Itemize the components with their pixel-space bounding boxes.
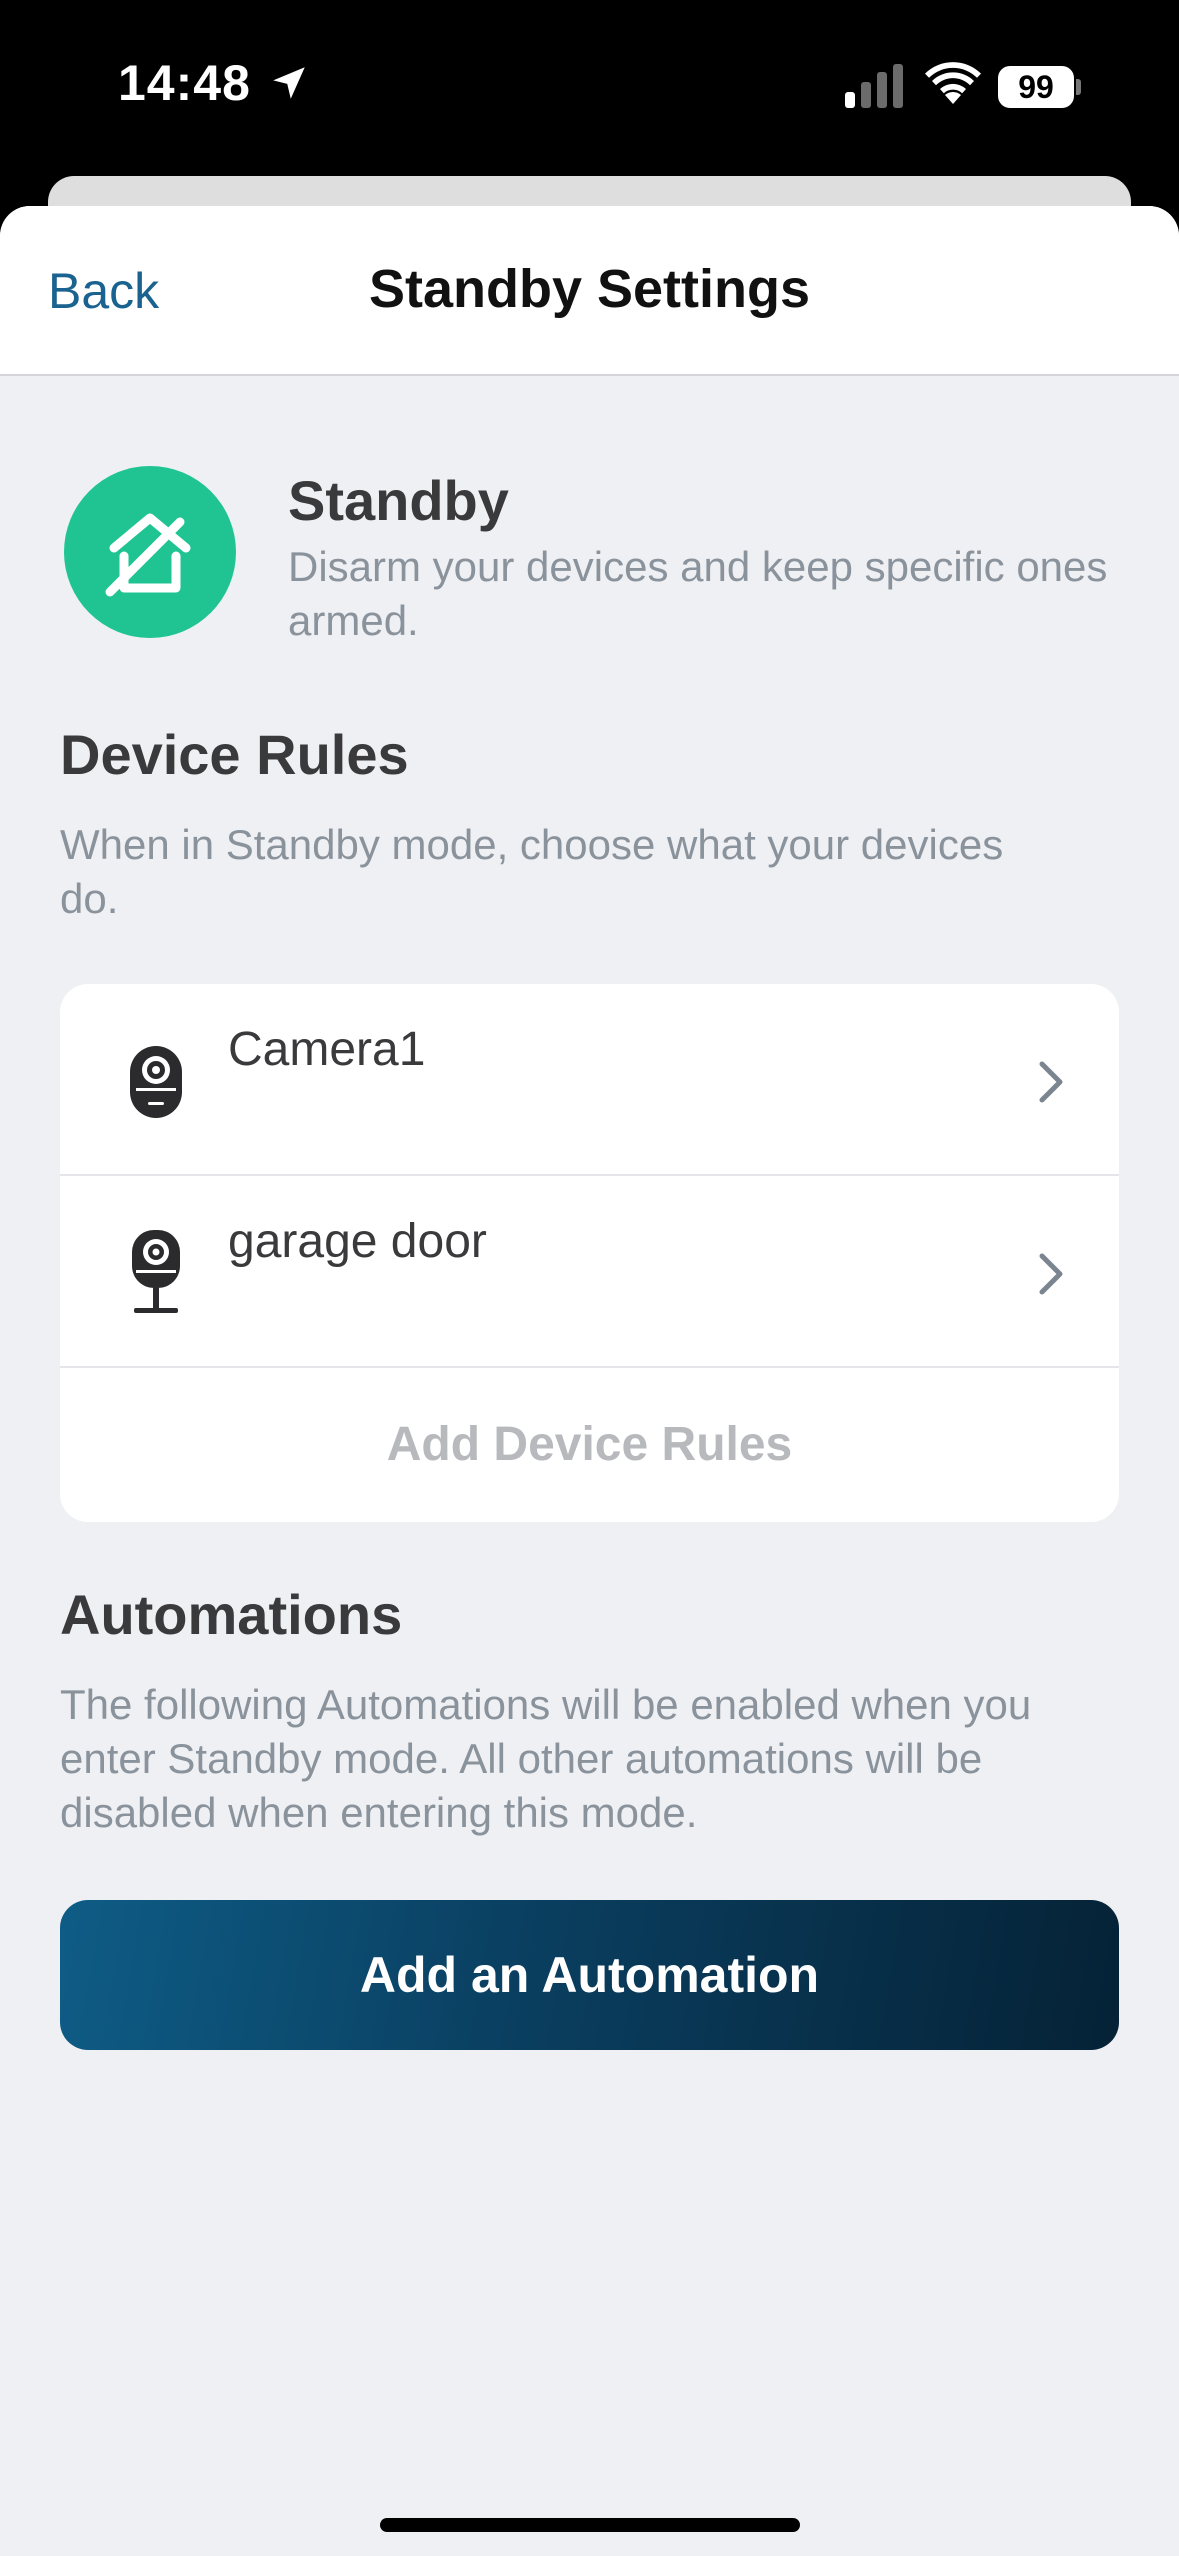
add-automation-button[interactable]: Add an Automation [60, 1900, 1119, 2050]
device-rules-description: When in Standby mode, choose what your d… [60, 821, 1004, 922]
camera-icon [130, 1046, 182, 1118]
automations-description: The following Automations will be enable… [60, 1681, 1032, 1836]
mode-description: Disarm your devices and keep specific on… [288, 543, 1108, 644]
camera-stand-icon [132, 1230, 180, 1313]
location-arrow-icon [273, 67, 305, 99]
device-rules-heading: Device Rules [60, 723, 409, 786]
wifi-icon [925, 62, 981, 104]
add-device-rules-button[interactable]: Add Device Rules [60, 1370, 1119, 1522]
status-time: 14:48 [118, 55, 251, 111]
device-name: Camera1 [228, 1023, 426, 1076]
status-bar: 14:48 99 [0, 0, 1179, 180]
chevron-right-icon [1039, 1061, 1063, 1103]
navigation-bar: Back Standby Settings [0, 206, 1179, 376]
chevron-right-icon [1039, 1253, 1063, 1295]
mode-title: Standby [288, 469, 509, 532]
page-title: Standby Settings [368, 259, 811, 319]
standby-settings-sheet: Back Standby Settings Standby Disarm you… [0, 206, 1179, 2556]
automations-heading: Automations [60, 1583, 403, 1646]
home-indicator[interactable] [380, 2518, 800, 2532]
device-rules-card: Camera1 garage door Add Device Rules [60, 984, 1119, 1522]
battery-cap [1076, 79, 1081, 95]
cellular-signal-icon [845, 64, 903, 108]
device-row-garage-door[interactable]: garage door [60, 1176, 1119, 1368]
house-slash-icon [105, 513, 191, 597]
device-row-camera1[interactable]: Camera1 [60, 984, 1119, 1176]
device-name: garage door [228, 1215, 487, 1268]
standby-mode-icon [64, 466, 236, 638]
battery-indicator: 99 [998, 66, 1074, 108]
